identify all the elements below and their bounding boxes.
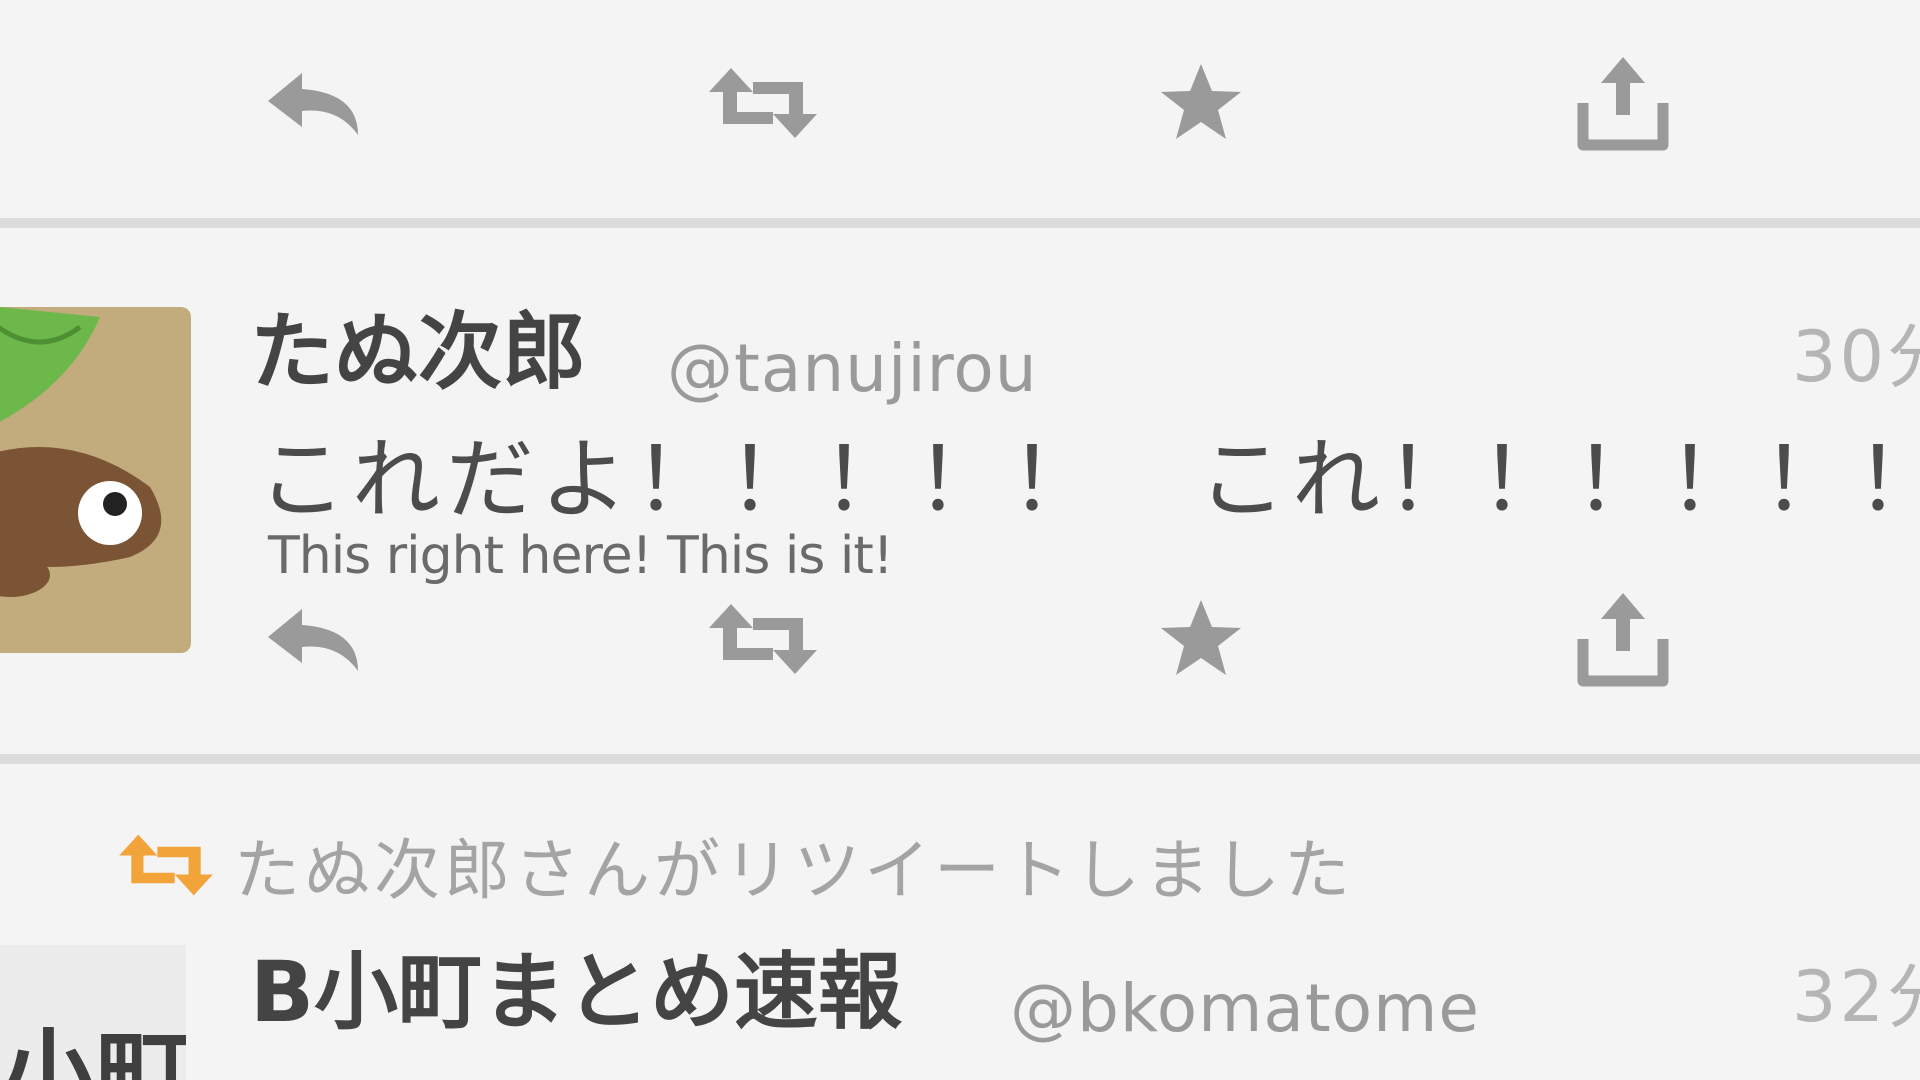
retweet-button[interactable] <box>698 584 828 694</box>
reply-button[interactable] <box>252 48 382 158</box>
star-icon <box>1161 64 1241 139</box>
retweet-context[interactable]: たぬ次郎さんがリツイートしました <box>114 822 1354 909</box>
user-handle[interactable]: @bkomatome <box>1010 976 1480 1042</box>
avatar[interactable]: 小町 <box>0 945 186 1080</box>
retweet-icon <box>119 834 213 896</box>
retweet-button[interactable] <box>698 48 828 158</box>
favorite-button[interactable] <box>1136 48 1266 158</box>
share-upload-icon <box>1577 593 1669 687</box>
avatar-text: 小町 <box>0 1019 186 1080</box>
reply-arrow-icon <box>268 609 358 671</box>
subtitle-caption: This right here! This is it! <box>268 526 894 586</box>
retweet-icon <box>709 68 817 138</box>
divider <box>0 754 1920 764</box>
display-name[interactable]: たぬ次郎 <box>250 310 586 394</box>
star-icon <box>1161 600 1241 675</box>
previous-tweet-actions <box>0 48 1920 158</box>
tweet-text: これだよ！！！！！ これ！！！！！！！！ <box>258 428 1920 531</box>
reply-arrow-icon <box>268 73 358 135</box>
share-upload-icon <box>1577 57 1669 151</box>
timestamp: 30分 <box>1792 316 1920 398</box>
favorite-button[interactable] <box>1136 584 1266 694</box>
timeline: たぬ次郎 @tanujirou 30分 これだよ！！！！！ これ！！！！！！！！… <box>0 0 1920 1080</box>
timestamp: 32分 <box>1792 956 1920 1038</box>
reply-button[interactable] <box>252 584 382 694</box>
tweet-actions <box>0 584 1920 694</box>
retweet-icon <box>709 604 817 674</box>
display-name[interactable]: B小町まとめ速報 <box>250 950 902 1034</box>
retweeted-by-label: たぬ次郎さんがリツイートしました <box>234 832 1354 909</box>
share-button[interactable] <box>1558 48 1688 158</box>
share-button[interactable] <box>1558 584 1688 694</box>
divider <box>0 218 1920 228</box>
user-handle[interactable]: @tanujirou <box>667 336 1038 402</box>
